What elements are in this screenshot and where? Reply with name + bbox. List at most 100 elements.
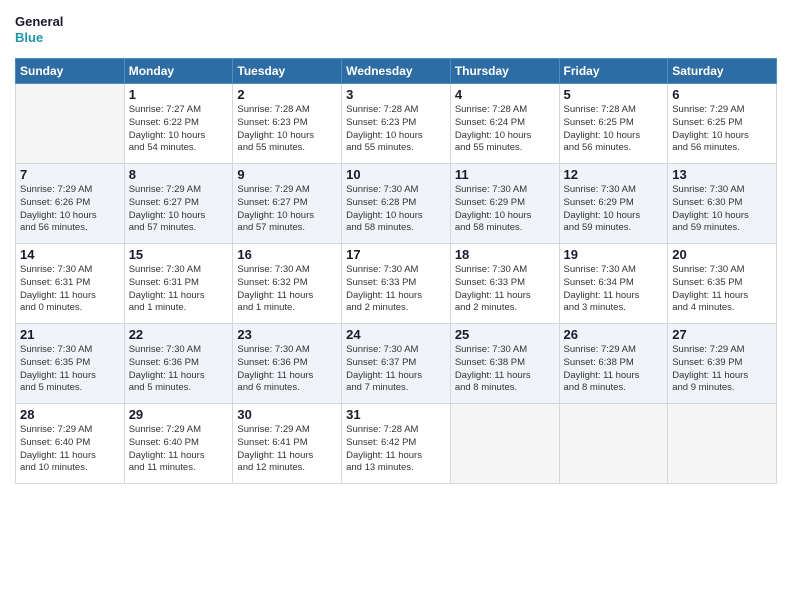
- calendar-cell: 1 Sunrise: 7:27 AMSunset: 6:22 PMDaylight…: [124, 84, 233, 164]
- calendar-cell: 18 Sunrise: 7:30 AMSunset: 6:33 PMDayligh…: [450, 244, 559, 324]
- day-number: 18: [455, 247, 555, 262]
- day-info: Sunrise: 7:30 AMSunset: 6:34 PMDaylight:…: [564, 264, 664, 315]
- calendar-cell: 12 Sunrise: 7:30 AMSunset: 6:29 PMDayligh…: [559, 164, 668, 244]
- day-info: Sunrise: 7:30 AMSunset: 6:31 PMDaylight:…: [20, 264, 120, 315]
- col-header-sunday: Sunday: [16, 59, 125, 84]
- col-header-saturday: Saturday: [668, 59, 777, 84]
- day-number: 28: [20, 407, 120, 422]
- day-info: Sunrise: 7:30 AMSunset: 6:35 PMDaylight:…: [672, 264, 772, 315]
- day-number: 22: [129, 327, 229, 342]
- day-info: Sunrise: 7:29 AMSunset: 6:40 PMDaylight:…: [129, 424, 229, 475]
- calendar-cell: 7Sunrise: 7:29 AMSunset: 6:26 PMDaylight…: [16, 164, 125, 244]
- calendar-cell: 22Sunrise: 7:30 AMSunset: 6:36 PMDayligh…: [124, 324, 233, 404]
- calendar-cell: 5Sunrise: 7:28 AMSunset: 6:25 PMDaylight…: [559, 84, 668, 164]
- calendar-cell: [16, 84, 125, 164]
- day-info: Sunrise: 7:30 AMSunset: 6:32 PMDaylight:…: [237, 264, 337, 315]
- day-number: 16: [237, 247, 337, 262]
- day-number: 4: [455, 87, 555, 102]
- day-info: Sunrise: 7:30 AMSunset: 6:33 PMDaylight:…: [346, 264, 446, 315]
- day-info: Sunrise: 7:30 AMSunset: 6:38 PMDaylight:…: [455, 344, 555, 395]
- day-number: 3: [346, 87, 446, 102]
- day-number: 2: [237, 87, 337, 102]
- day-info: Sunrise: 7:30 AMSunset: 6:29 PMDaylight:…: [455, 184, 555, 235]
- day-number: 23: [237, 327, 337, 342]
- day-number: 31: [346, 407, 446, 422]
- day-info: Sunrise: 7:28 AMSunset: 6:42 PMDaylight:…: [346, 424, 446, 475]
- calendar-cell: 30 Sunrise: 7:29 AMSunset: 6:41 PMDayligh…: [233, 404, 342, 484]
- calendar-cell: 19 Sunrise: 7:30 AMSunset: 6:34 PMDayligh…: [559, 244, 668, 324]
- day-number: 21: [20, 327, 120, 342]
- day-info: Sunrise: 7:29 AMSunset: 6:26 PMDaylight:…: [20, 184, 120, 235]
- calendar-cell: 21 Sunrise: 7:30 AMSunset: 6:35 PMDayligh…: [16, 324, 125, 404]
- day-info: Sunrise: 7:28 AMSunset: 6:23 PMDaylight:…: [237, 104, 337, 155]
- day-number: 14: [20, 247, 120, 262]
- calendar-cell: [668, 404, 777, 484]
- day-info: Sunrise: 7:28 AMSunset: 6:25 PMDaylight:…: [564, 104, 664, 155]
- col-header-wednesday: Wednesday: [342, 59, 451, 84]
- day-info: Sunrise: 7:30 AMSunset: 6:31 PMDaylight:…: [129, 264, 229, 315]
- day-info: Sunrise: 7:29 AMSunset: 6:27 PMDaylight:…: [237, 184, 337, 235]
- col-header-tuesday: Tuesday: [233, 59, 342, 84]
- calendar-cell: 2 Sunrise: 7:28 AMSunset: 6:23 PMDaylight…: [233, 84, 342, 164]
- calendar-cell: 25 Sunrise: 7:30 AMSunset: 6:38 PMDayligh…: [450, 324, 559, 404]
- logo: General Blue: [15, 10, 85, 50]
- day-number: 19: [564, 247, 664, 262]
- calendar-cell: 6 Sunrise: 7:29 AMSunset: 6:25 PMDaylight…: [668, 84, 777, 164]
- calendar-table: SundayMondayTuesdayWednesdayThursdayFrid…: [15, 58, 777, 484]
- calendar-cell: [559, 404, 668, 484]
- day-info: Sunrise: 7:30 AMSunset: 6:35 PMDaylight:…: [20, 344, 120, 395]
- day-number: 15: [129, 247, 229, 262]
- day-info: Sunrise: 7:29 AMSunset: 6:27 PMDaylight:…: [129, 184, 229, 235]
- calendar-cell: 26 Sunrise: 7:29 AMSunset: 6:38 PMDayligh…: [559, 324, 668, 404]
- calendar-cell: 20 Sunrise: 7:30 AMSunset: 6:35 PMDayligh…: [668, 244, 777, 324]
- day-info: Sunrise: 7:30 AMSunset: 6:37 PMDaylight:…: [346, 344, 446, 395]
- calendar-cell: 8 Sunrise: 7:29 AMSunset: 6:27 PMDaylight…: [124, 164, 233, 244]
- calendar-cell: 23 Sunrise: 7:30 AMSunset: 6:36 PMDayligh…: [233, 324, 342, 404]
- calendar-cell: 28 Sunrise: 7:29 AMSunset: 6:40 PMDayligh…: [16, 404, 125, 484]
- svg-text:General: General: [15, 14, 63, 29]
- calendar-cell: 14 Sunrise: 7:30 AMSunset: 6:31 PMDayligh…: [16, 244, 125, 324]
- day-number: 8: [129, 167, 229, 182]
- col-header-monday: Monday: [124, 59, 233, 84]
- day-number: 27: [672, 327, 772, 342]
- day-number: 20: [672, 247, 772, 262]
- day-info: Sunrise: 7:29 AMSunset: 6:25 PMDaylight:…: [672, 104, 772, 155]
- day-number: 6: [672, 87, 772, 102]
- day-info: Sunrise: 7:30 AMSunset: 6:33 PMDaylight:…: [455, 264, 555, 315]
- col-header-friday: Friday: [559, 59, 668, 84]
- col-header-thursday: Thursday: [450, 59, 559, 84]
- day-info: Sunrise: 7:29 AMSunset: 6:39 PMDaylight:…: [672, 344, 772, 395]
- day-number: 1: [129, 87, 229, 102]
- day-number: 12: [564, 167, 664, 182]
- day-info: Sunrise: 7:27 AMSunset: 6:22 PMDaylight:…: [129, 104, 229, 155]
- calendar-cell: 10 Sunrise: 7:30 AMSunset: 6:28 PMDayligh…: [342, 164, 451, 244]
- day-number: 25: [455, 327, 555, 342]
- calendar-cell: 13Sunrise: 7:30 AMSunset: 6:30 PMDayligh…: [668, 164, 777, 244]
- day-info: Sunrise: 7:30 AMSunset: 6:29 PMDaylight:…: [564, 184, 664, 235]
- day-info: Sunrise: 7:30 AMSunset: 6:28 PMDaylight:…: [346, 184, 446, 235]
- calendar-cell: 17 Sunrise: 7:30 AMSunset: 6:33 PMDayligh…: [342, 244, 451, 324]
- calendar-cell: 15 Sunrise: 7:30 AMSunset: 6:31 PMDayligh…: [124, 244, 233, 324]
- calendar-cell: 9 Sunrise: 7:29 AMSunset: 6:27 PMDaylight…: [233, 164, 342, 244]
- day-info: Sunrise: 7:29 AMSunset: 6:40 PMDaylight:…: [20, 424, 120, 475]
- day-number: 9: [237, 167, 337, 182]
- calendar-cell: 4 Sunrise: 7:28 AMSunset: 6:24 PMDaylight…: [450, 84, 559, 164]
- day-number: 30: [237, 407, 337, 422]
- calendar-cell: 27 Sunrise: 7:29 AMSunset: 6:39 PMDayligh…: [668, 324, 777, 404]
- day-number: 24: [346, 327, 446, 342]
- day-info: Sunrise: 7:28 AMSunset: 6:23 PMDaylight:…: [346, 104, 446, 155]
- day-number: 11: [455, 167, 555, 182]
- calendar-cell: 3 Sunrise: 7:28 AMSunset: 6:23 PMDaylight…: [342, 84, 451, 164]
- day-info: Sunrise: 7:28 AMSunset: 6:24 PMDaylight:…: [455, 104, 555, 155]
- day-number: 26: [564, 327, 664, 342]
- day-number: 17: [346, 247, 446, 262]
- calendar-cell: 31 Sunrise: 7:28 AMSunset: 6:42 PMDayligh…: [342, 404, 451, 484]
- svg-text:Blue: Blue: [15, 30, 43, 45]
- day-info: Sunrise: 7:29 AMSunset: 6:38 PMDaylight:…: [564, 344, 664, 395]
- calendar-cell: 16 Sunrise: 7:30 AMSunset: 6:32 PMDayligh…: [233, 244, 342, 324]
- calendar-cell: 29Sunrise: 7:29 AMSunset: 6:40 PMDayligh…: [124, 404, 233, 484]
- day-number: 10: [346, 167, 446, 182]
- day-info: Sunrise: 7:30 AMSunset: 6:36 PMDaylight:…: [237, 344, 337, 395]
- day-info: Sunrise: 7:29 AMSunset: 6:41 PMDaylight:…: [237, 424, 337, 475]
- day-number: 13: [672, 167, 772, 182]
